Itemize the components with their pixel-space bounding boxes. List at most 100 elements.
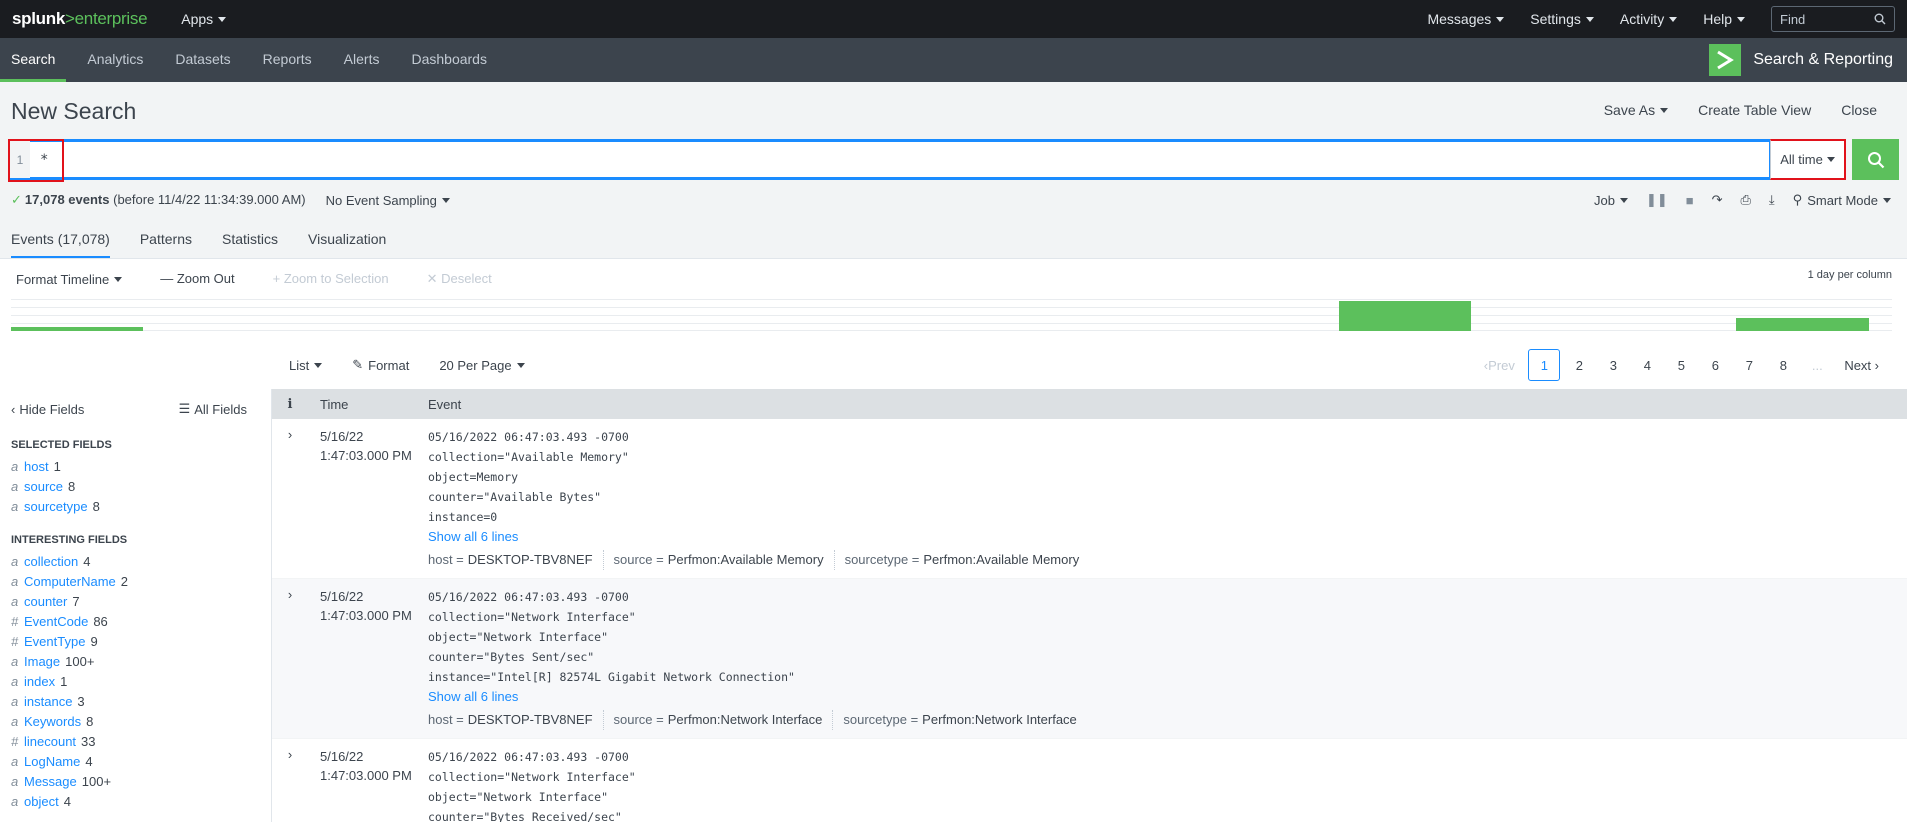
search-input[interactable]: 1 * (8, 139, 1770, 182)
zoom-to-selection-button[interactable]: + Zoom to Selection (273, 271, 389, 287)
tab-analytics[interactable]: Analytics (76, 38, 154, 82)
zoom-out-button[interactable]: — Zoom Out (160, 271, 234, 287)
timeline-chart[interactable] (11, 299, 1892, 331)
result-tab-1[interactable]: Patterns (140, 222, 192, 258)
tab-search[interactable]: Search (0, 38, 67, 82)
share-icon[interactable]: ↷ (1712, 192, 1723, 208)
field-computername[interactable]: a ComputerName 2 (11, 571, 271, 591)
messages-menu[interactable]: Messages (1427, 11, 1505, 27)
next-page-button[interactable]: Next › (1844, 349, 1879, 381)
stop-icon[interactable]: ■ (1686, 193, 1694, 208)
print-icon[interactable]: ⎙ (1741, 192, 1751, 208)
field-object[interactable]: a object 4 (11, 791, 271, 811)
meta-source-value[interactable]: Perfmon:Available Memory (668, 550, 824, 570)
page-5-button[interactable]: 5 (1664, 349, 1698, 381)
meta-sourcetype-value[interactable]: Perfmon:Network Interface (922, 710, 1077, 730)
job-menu[interactable]: Job (1594, 193, 1628, 208)
field-sourcetype[interactable]: a sourcetype 8 (11, 496, 271, 516)
tab-reports[interactable]: Reports (252, 38, 323, 82)
field-name[interactable]: collection (24, 554, 78, 569)
field-eventcode[interactable]: # EventCode 86 (11, 611, 271, 631)
expand-chevron-icon[interactable]: › (272, 427, 308, 578)
field-name[interactable]: host (24, 459, 49, 474)
hide-fields-button[interactable]: ‹ Hide Fields (11, 401, 84, 417)
page-7-button[interactable]: 7 (1732, 349, 1766, 381)
per-page-menu[interactable]: 20 Per Page (439, 357, 525, 373)
show-all-lines-link[interactable]: Show all 6 lines (428, 527, 1907, 547)
expand-chevron-icon[interactable]: › (272, 587, 308, 738)
search-mode-menu[interactable]: ⚲ Smart Mode (1793, 192, 1891, 208)
page-6-button[interactable]: 6 (1698, 349, 1732, 381)
field-host[interactable]: a host 1 (11, 456, 271, 476)
field-name[interactable]: LogName (24, 754, 80, 769)
splunk-logo[interactable]: splunk>enterprise (12, 9, 148, 29)
field-name[interactable]: instance (24, 694, 72, 709)
event-sampling-menu[interactable]: No Event Sampling (326, 193, 450, 208)
create-table-view-button[interactable]: Create Table View (1698, 102, 1811, 118)
app-title[interactable]: Search & Reporting (1709, 38, 1907, 82)
field-name[interactable]: ComputerName (24, 574, 116, 589)
list-view-menu[interactable]: List (289, 357, 323, 373)
field-collection[interactable]: a collection 4 (11, 551, 271, 571)
help-menu[interactable]: Help (1703, 11, 1745, 27)
field-name[interactable]: object (24, 794, 59, 809)
field-counter[interactable]: a counter 7 (11, 591, 271, 611)
field-name[interactable]: Message (24, 774, 77, 789)
expand-chevron-icon[interactable]: › (272, 747, 308, 822)
field-linecount[interactable]: # linecount 33 (11, 731, 271, 751)
field-name[interactable]: EventCode (24, 614, 88, 629)
timeline-bar[interactable] (1735, 317, 1870, 331)
field-name[interactable]: source (24, 479, 63, 494)
page-2-button[interactable]: 2 (1562, 349, 1596, 381)
field-name[interactable]: EventType (24, 634, 85, 649)
format-timeline-menu[interactable]: Format Timeline (16, 271, 123, 287)
field-name[interactable]: linecount (24, 734, 76, 749)
search-button[interactable] (1852, 139, 1899, 180)
page-1-button[interactable]: 1 (1528, 349, 1561, 381)
pause-icon[interactable]: ❚❚ (1646, 192, 1668, 208)
event-row[interactable]: › 5/16/22 1:47:03.000 PM 05/16/2022 06:47:0… (272, 739, 1907, 822)
field-name[interactable]: Image (24, 654, 60, 669)
meta-host-value[interactable]: DESKTOP-TBV8NEF (468, 550, 593, 570)
meta-sourcetype-value[interactable]: Perfmon:Available Memory (923, 550, 1079, 570)
show-all-lines-link[interactable]: Show all 6 lines (428, 687, 1907, 707)
event-row[interactable]: › 5/16/22 1:47:03.000 PM 05/16/2022 06:47:0… (272, 579, 1907, 739)
settings-menu[interactable]: Settings (1530, 11, 1594, 27)
field-name[interactable]: counter (24, 594, 67, 609)
find-input[interactable]: Find (1771, 6, 1895, 32)
activity-menu[interactable]: Activity (1620, 11, 1678, 27)
field-index[interactable]: a index 1 (11, 671, 271, 691)
result-tab-0[interactable]: Events (17,078) (11, 222, 110, 258)
apps-menu[interactable]: Apps (181, 11, 227, 27)
field-source[interactable]: a source 8 (11, 476, 271, 496)
timeline-bar[interactable] (11, 327, 143, 331)
all-fields-button[interactable]: ☰ All Fields (179, 401, 247, 417)
field-name[interactable]: index (24, 674, 55, 689)
tab-dashboards[interactable]: Dashboards (400, 38, 498, 82)
save-as-menu[interactable]: Save As (1604, 102, 1669, 118)
tab-datasets[interactable]: Datasets (164, 38, 241, 82)
meta-source-value[interactable]: Perfmon:Network Interface (668, 710, 823, 730)
time-range-picker[interactable]: All time (1770, 139, 1846, 180)
event-row[interactable]: › 5/16/22 1:47:03.000 PM 05/16/2022 06:47:0… (272, 419, 1907, 579)
close-button[interactable]: Close (1841, 102, 1877, 118)
field-logname[interactable]: a LogName 4 (11, 751, 271, 771)
timeline-bar[interactable] (1338, 300, 1471, 331)
time-column-header[interactable]: Time (308, 397, 428, 412)
field-eventtype[interactable]: # EventType 9 (11, 631, 271, 651)
field-keywords[interactable]: a Keywords 8 (11, 711, 271, 731)
field-name[interactable]: sourcetype (24, 499, 88, 514)
prev-page-button[interactable]: ‹ Prev (1482, 349, 1516, 381)
page-3-button[interactable]: 3 (1596, 349, 1630, 381)
tab-alerts[interactable]: Alerts (333, 38, 391, 82)
page-4-button[interactable]: 4 (1630, 349, 1664, 381)
field-image[interactable]: a Image 100+ (11, 651, 271, 671)
page-8-button[interactable]: 8 (1766, 349, 1800, 381)
meta-host-value[interactable]: DESKTOP-TBV8NEF (468, 710, 593, 730)
result-tab-3[interactable]: Visualization (308, 222, 386, 258)
field-name[interactable]: Keywords (24, 714, 81, 729)
format-menu[interactable]: ✎ Format (352, 357, 409, 373)
export-icon[interactable]: ⤓ (1769, 192, 1775, 208)
result-tab-2[interactable]: Statistics (222, 222, 278, 258)
field-message[interactable]: a Message 100+ (11, 771, 271, 791)
